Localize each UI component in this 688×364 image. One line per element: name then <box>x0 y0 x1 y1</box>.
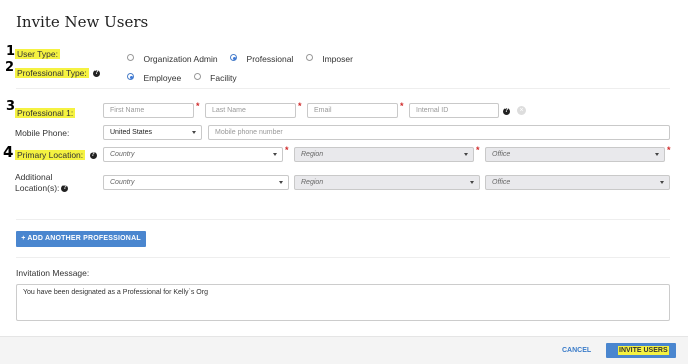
radio-icon[interactable] <box>127 54 134 62</box>
country-code-select[interactable]: United States <box>103 125 202 140</box>
radio-icon[interactable] <box>193 73 201 81</box>
chevron-down-icon <box>464 153 468 156</box>
additional-country-select[interactable]: Country <box>103 175 289 190</box>
divider <box>16 219 670 220</box>
radio-selected-icon[interactable] <box>127 73 134 81</box>
mobile-phone-label: Mobile Phone: <box>15 128 70 138</box>
professional-type-radio-group: Employee Facility <box>127 68 237 86</box>
additional-region-select[interactable]: Region <box>294 175 480 190</box>
primary-office-select[interactable]: Office <box>485 147 665 162</box>
cancel-button[interactable]: CANCEL <box>562 347 591 354</box>
user-type-option-org-admin[interactable]: Organization Admin <box>127 49 222 66</box>
first-name-input[interactable]: First Name <box>103 103 194 118</box>
divider <box>16 88 670 89</box>
user-type-option-imposer[interactable]: Imposer <box>305 49 353 66</box>
chevron-down-icon <box>655 153 659 156</box>
professional-type-option-facility[interactable]: Facility <box>193 68 237 85</box>
additional-office-select[interactable]: Office <box>485 175 670 190</box>
annotation-number-2: 2 <box>5 60 15 75</box>
primary-region-select[interactable]: Region <box>294 147 474 162</box>
internal-id-input[interactable]: Internal ID <box>409 103 499 118</box>
last-name-input[interactable]: Last Name <box>205 103 296 118</box>
chevron-down-icon <box>470 181 474 184</box>
professional-1-label: Professional 1: <box>15 108 76 118</box>
add-another-professional-button[interactable]: + ADD ANOTHER PROFESSIONAL <box>16 231 146 247</box>
user-type-label: User Type: <box>15 49 60 59</box>
chevron-down-icon <box>279 181 283 184</box>
annotation-number-4: 4 <box>3 143 14 161</box>
annotation-number-3: 3 <box>6 99 16 114</box>
radio-selected-icon[interactable] <box>230 54 238 62</box>
professional-type-option-employee[interactable]: Employee <box>127 68 186 85</box>
page-title: Invite New Users <box>16 13 149 31</box>
divider <box>16 257 670 258</box>
chevron-down-icon <box>192 131 196 134</box>
chevron-down-icon <box>273 153 277 156</box>
primary-country-select[interactable]: Country <box>103 147 283 162</box>
radio-icon[interactable] <box>305 54 313 62</box>
help-icon[interactable]: ? <box>501 103 510 121</box>
help-icon[interactable]: ? <box>89 152 97 160</box>
user-type-radio-group: Organization Admin Professional Imposer <box>127 49 353 67</box>
invitation-message-label: Invitation Message: <box>16 268 90 278</box>
invite-users-button[interactable]: INVITE USERS <box>606 343 676 358</box>
required-asterisk: * <box>285 145 289 155</box>
required-asterisk: * <box>196 101 200 111</box>
remove-professional-icon[interactable]: × <box>517 106 526 115</box>
email-input[interactable]: Email <box>307 103 398 118</box>
help-icon[interactable]: ? <box>93 70 101 78</box>
professional-type-label: Professional Type: ? <box>15 68 101 78</box>
chevron-down-icon <box>660 181 664 184</box>
invitation-message-textarea[interactable]: You have been designated as a Profession… <box>16 284 670 321</box>
mobile-phone-input[interactable]: Mobile phone number <box>208 125 670 140</box>
help-icon[interactable]: ? <box>61 185 69 193</box>
required-asterisk: * <box>400 101 404 111</box>
required-asterisk: * <box>667 145 671 155</box>
annotation-number-1: 1 <box>6 44 16 59</box>
required-asterisk: * <box>476 145 480 155</box>
primary-location-label: Primary Location: ? <box>15 150 97 160</box>
user-type-option-professional[interactable]: Professional <box>230 49 298 66</box>
required-asterisk: * <box>298 101 302 111</box>
additional-locations-label: Additional Location(s):? <box>15 172 69 193</box>
